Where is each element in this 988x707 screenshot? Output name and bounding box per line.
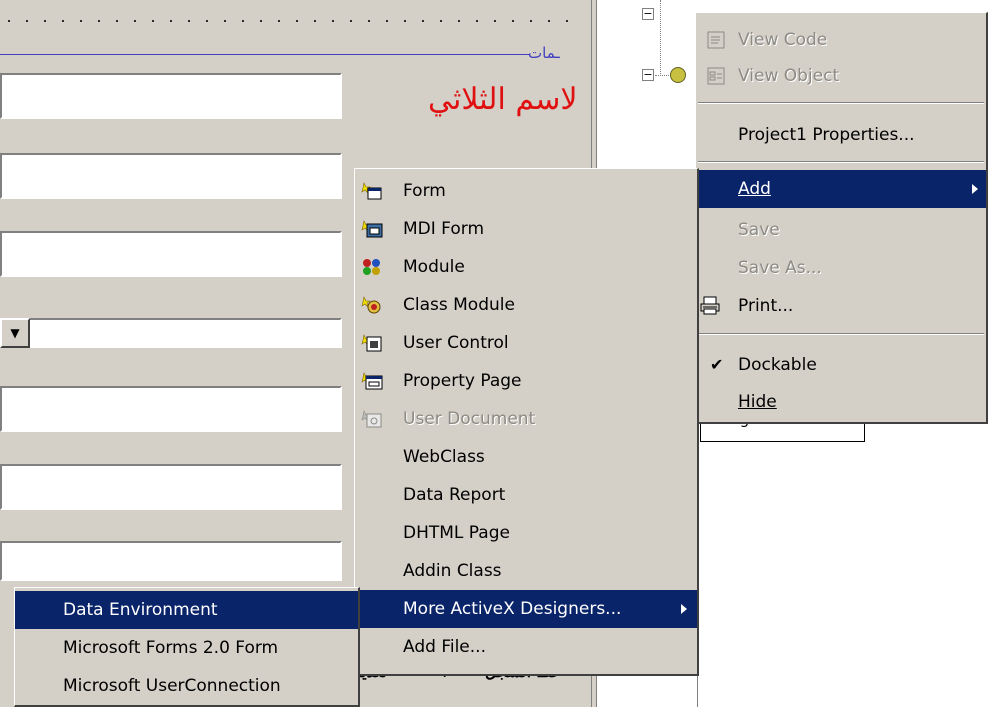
menu-item-label: Class Module <box>403 295 515 315</box>
menu-item-form[interactable]: Form <box>355 172 697 210</box>
mdi-form-icon <box>361 220 383 238</box>
text-field-6[interactable] <box>0 541 342 581</box>
combo-box[interactable] <box>30 318 342 348</box>
menu-item-label: Microsoft UserConnection <box>63 676 281 696</box>
menu-item-ms-forms[interactable]: Microsoft Forms 2.0 Form <box>15 629 358 667</box>
designers-submenu: Data Environment Microsoft Forms 2.0 For… <box>14 587 360 707</box>
menu-item-label: Data Environment <box>63 600 218 620</box>
text-field-5[interactable] <box>0 464 342 510</box>
menu-item-hide[interactable]: Hide <box>696 383 986 421</box>
full-name-label: لاسم الثلاثي <box>428 82 578 117</box>
module-icon <box>363 259 380 275</box>
view-object-icon <box>707 67 725 85</box>
printer-icon <box>700 296 720 315</box>
menu-item-dhtml-page[interactable]: DHTML Page <box>355 514 697 552</box>
menu-item-label: User Document <box>403 409 536 429</box>
text-field-2[interactable] <box>0 153 342 199</box>
caption-underline <box>0 54 530 55</box>
menu-item-class-module[interactable]: Class Module <box>355 286 697 324</box>
menu-item-label: More ActiveX Designers... <box>403 599 622 619</box>
form-caption-link[interactable]: ـمات <box>528 44 560 62</box>
menu-item-add[interactable]: Add <box>696 170 986 208</box>
menu-item-view-object[interactable]: View Object <box>696 57 986 95</box>
tree-collapse-icon[interactable]: − <box>642 8 654 20</box>
menu-item-label: Add <box>738 179 771 199</box>
menu-item-label: Save As... <box>738 258 822 278</box>
class-module-icon <box>361 296 381 314</box>
menu-item-data-environment[interactable]: Data Environment <box>15 591 358 629</box>
add-submenu: Form MDI Form Module Class Module User C… <box>354 168 699 676</box>
menu-item-label: Save <box>738 220 780 240</box>
menu-item-label: Form <box>403 181 446 201</box>
menu-item-dockable[interactable]: ✔ Dockable <box>696 346 986 384</box>
folder-icon <box>670 67 686 83</box>
menu-item-save-as[interactable]: Save As... <box>696 249 986 287</box>
menu-separator <box>698 333 984 335</box>
text-field-4[interactable] <box>0 386 342 432</box>
user-control-icon <box>361 334 382 352</box>
properties-pane <box>697 442 988 707</box>
text-field-3[interactable] <box>0 231 342 277</box>
user-document-icon <box>361 410 382 428</box>
menu-item-addin-class[interactable]: Addin Class <box>355 552 697 590</box>
menu-item-user-document[interactable]: User Document <box>355 400 697 438</box>
tree-line <box>660 0 661 76</box>
combo-dropdown-button[interactable]: ▼ <box>0 318 30 348</box>
menu-item-project-properties[interactable]: Project1 Properties... <box>696 116 986 154</box>
menu-item-ms-userconnection[interactable]: Microsoft UserConnection <box>15 667 358 705</box>
menu-item-add-file[interactable]: Add File... <box>355 628 697 666</box>
menu-separator <box>698 102 984 104</box>
menu-separator <box>698 161 984 163</box>
menu-item-property-page[interactable]: Property Page <box>355 362 697 400</box>
menu-item-label: Microsoft Forms 2.0 Form <box>63 638 279 658</box>
menu-item-label: Addin Class <box>403 561 502 581</box>
menu-item-webclass[interactable]: WebClass <box>355 438 697 476</box>
menu-item-label: Hide <box>738 392 777 412</box>
menu-item-data-report[interactable]: Data Report <box>355 476 697 514</box>
menu-item-label: Print... <box>738 296 794 316</box>
menu-item-label: Add File... <box>403 637 486 657</box>
tree-line <box>655 75 669 76</box>
menu-item-mdi-form[interactable]: MDI Form <box>355 210 697 248</box>
menu-item-label: DHTML Page <box>403 523 510 543</box>
menu-item-print[interactable]: Print... <box>696 287 986 325</box>
check-icon: ✔ <box>710 355 724 374</box>
menu-item-user-control[interactable]: User Control <box>355 324 697 362</box>
menu-item-label: WebClass <box>403 447 485 467</box>
menu-item-label: View Code <box>738 30 828 50</box>
menu-item-label: Property Page <box>403 371 522 391</box>
property-page-icon <box>361 372 383 390</box>
project-context-menu: View Code View Object Project1 Propertie… <box>695 12 988 424</box>
menu-item-more-activex-designers[interactable]: More ActiveX Designers... <box>355 590 697 628</box>
menu-item-view-code[interactable]: View Code <box>696 21 986 59</box>
form-grid-dots <box>0 20 580 22</box>
form-icon <box>361 182 382 200</box>
menu-item-label: View Object <box>738 66 840 86</box>
menu-item-label: Data Report <box>403 485 506 505</box>
submenu-arrow-icon <box>972 184 978 194</box>
menu-item-label: User Control <box>403 333 509 353</box>
menu-item-label: Project1 Properties... <box>738 125 915 145</box>
menu-item-save[interactable]: Save <box>696 211 986 249</box>
view-code-icon <box>707 31 725 49</box>
tree-collapse-icon[interactable]: − <box>642 69 654 81</box>
submenu-arrow-icon <box>681 604 687 614</box>
text-field-1[interactable] <box>0 73 342 119</box>
menu-item-module[interactable]: Module <box>355 248 697 286</box>
menu-item-label: Module <box>403 257 465 277</box>
menu-item-label: MDI Form <box>403 219 484 239</box>
menu-item-label: Dockable <box>738 355 817 375</box>
